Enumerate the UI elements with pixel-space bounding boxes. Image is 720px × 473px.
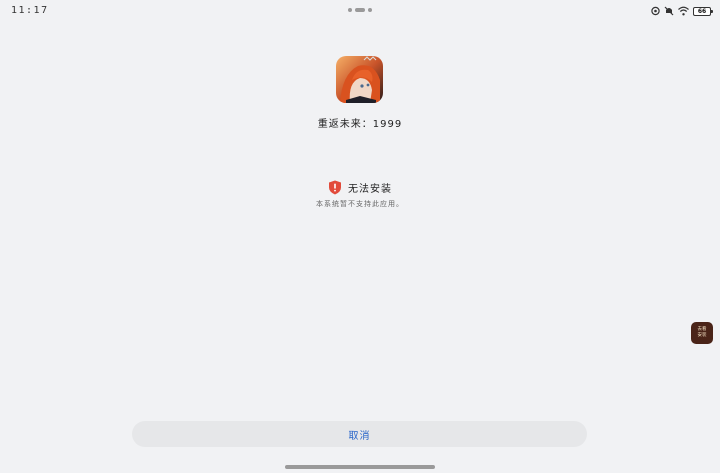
floating-app-label-2: 安装	[697, 333, 707, 338]
status-icons: 66	[651, 5, 713, 17]
location-icon	[651, 6, 660, 16]
shield-alert-icon	[329, 180, 341, 195]
status-time: 11:17	[11, 5, 49, 16]
battery-icon: 66	[693, 6, 713, 16]
cancel-button[interactable]: 取消	[132, 421, 587, 447]
home-indicator[interactable]	[285, 465, 435, 469]
app-icon	[336, 56, 383, 103]
install-error: 无法安装	[0, 180, 720, 195]
error-message: 本系统暂不支持此应用。	[316, 200, 404, 208]
app-name: 重返未来：1999	[317, 119, 403, 130]
wifi-icon	[678, 6, 689, 16]
app-character-icon	[336, 56, 383, 103]
floating-app-shortcut[interactable]: 去看 安装	[691, 322, 713, 344]
mute-icon	[664, 6, 674, 16]
window-handle[interactable]	[348, 8, 374, 13]
status-bar: 11:17 66	[0, 0, 720, 22]
error-title: 无法安装	[348, 184, 392, 195]
